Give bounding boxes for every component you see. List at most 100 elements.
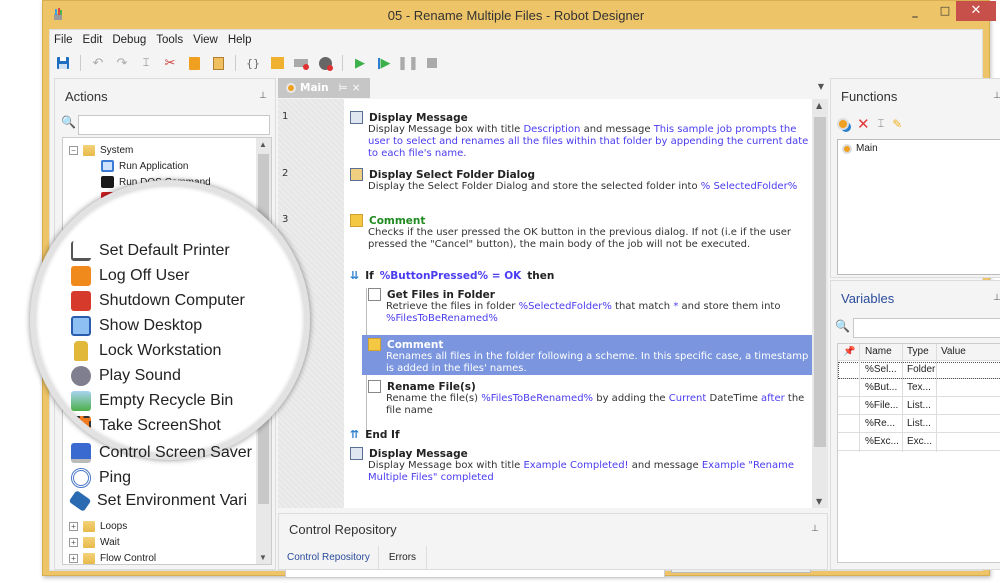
save-icon[interactable] <box>54 54 72 72</box>
tree-folder-loops[interactable]: + Loops <box>69 519 127 533</box>
copy-icon[interactable] <box>185 54 203 72</box>
var-type: Exc... <box>907 436 933 447</box>
action-comment-selected[interactable]: Comment Renames all files in the folder … <box>362 335 812 375</box>
printer-icon <box>71 241 91 261</box>
action-description: Renames all files in the folder followin… <box>386 351 809 374</box>
scroll-thumb[interactable] <box>814 117 826 447</box>
mag-item-play-sound[interactable]: Play Sound <box>71 365 181 387</box>
toolbar: ↶ ↷ ⌶ ✂ {} ▶ ▶ ❚❚ <box>54 52 441 74</box>
variables-title: Variables <box>841 291 895 306</box>
tab-errors[interactable]: Errors <box>379 546 428 569</box>
action-description: Display the Select Folder Dialog and sto… <box>350 181 810 193</box>
scroll-up-icon[interactable]: ▲ <box>816 101 822 110</box>
close-button[interactable]: ✕ <box>956 1 996 21</box>
expand-icon[interactable]: + <box>69 553 78 563</box>
column-type[interactable]: Type <box>904 346 929 357</box>
padlock-icon <box>74 341 88 361</box>
table-row[interactable]: %Re... List... <box>838 416 1000 433</box>
mag-item-log-off-user[interactable]: Log Off User <box>71 265 189 287</box>
menu-debug[interactable]: Debug <box>112 34 146 50</box>
redo-icon[interactable]: ↷ <box>113 54 131 72</box>
action-get-files[interactable]: Get Files in Folder Retrieve the files i… <box>368 288 808 325</box>
action-comment[interactable]: Comment Checks if the user pressed the O… <box>350 214 810 251</box>
note-icon[interactable] <box>268 54 286 72</box>
tab-close-icon[interactable]: × <box>352 82 361 94</box>
bottom-tabs: Control Repository Errors <box>278 546 828 570</box>
pin-icon[interactable]: ⊥ <box>993 293 1000 303</box>
mag-item-set-default-printer[interactable]: Set Default Printer <box>71 240 230 262</box>
comment-icon <box>350 214 363 227</box>
menu-edit[interactable]: Edit <box>83 34 103 50</box>
table-row[interactable]: %But... Tex... <box>838 380 1000 397</box>
var-type: List... <box>907 418 931 429</box>
desc-variable: after <box>761 393 785 404</box>
action-display-message[interactable]: Display Message Display Message box with… <box>350 111 810 160</box>
collapse-icon[interactable]: − <box>69 145 78 155</box>
expand-icon[interactable]: + <box>69 521 78 531</box>
expand-icon[interactable]: + <box>69 537 78 547</box>
delete-function-icon[interactable]: ✕ <box>857 117 870 132</box>
paste-icon[interactable] <box>209 54 227 72</box>
mag-item-empty-recycle-bin[interactable]: Empty Recycle Bin <box>71 390 233 412</box>
action-rename-files[interactable]: Rename File(s) Rename the file(s) %Files… <box>368 380 808 417</box>
tree-folder-flow-control[interactable]: + Flow Control <box>69 551 156 565</box>
toolbar-separator <box>342 55 343 71</box>
variables-search-input[interactable] <box>853 318 1000 338</box>
pin-icon[interactable]: ⊥ <box>259 91 267 101</box>
braces-icon[interactable]: {} <box>244 54 262 72</box>
scroll-up-icon[interactable]: ▲ <box>259 140 267 149</box>
pin-icon[interactable]: ⊥ <box>811 524 819 534</box>
rename-function-icon[interactable]: ⌶ <box>878 117 885 131</box>
tree-item-run-application[interactable]: Run Application <box>101 159 189 173</box>
scroll-down-icon[interactable]: ▼ <box>816 497 822 506</box>
function-gear-icon <box>842 143 852 154</box>
record-icon[interactable] <box>292 54 310 72</box>
undo-icon[interactable]: ↶ <box>89 54 107 72</box>
step-run-icon[interactable]: ▶ <box>375 54 393 72</box>
mag-item-take-screenshot[interactable]: Take ScreenShot <box>71 415 221 437</box>
table-row[interactable]: %Sel... Folder <box>838 362 1000 379</box>
column-name[interactable]: Name <box>862 346 892 357</box>
editor-scrollbar[interactable]: ▲ ▼ <box>812 99 828 508</box>
menu-view[interactable]: View <box>193 34 218 50</box>
rename-icon[interactable]: ⌶ <box>137 54 155 72</box>
action-select-folder-dialog[interactable]: Display Select Folder Dialog Display the… <box>350 168 810 193</box>
functions-panel: Functions ⊥ ✕ ⌶ ✎ Main <box>830 78 1000 278</box>
tab-main[interactable]: Main ⊨ × <box>278 78 370 98</box>
table-row[interactable]: %File... List... <box>838 398 1000 415</box>
desc-text: DateTime <box>706 393 762 404</box>
web-record-icon[interactable] <box>316 54 334 72</box>
stop-icon[interactable] <box>423 54 441 72</box>
mag-item-shutdown-computer[interactable]: Shutdown Computer <box>71 290 245 312</box>
table-row[interactable]: %Exc... Exc... <box>838 434 1000 451</box>
tab-pin-icon[interactable]: ⊨ <box>339 82 348 94</box>
pause-icon[interactable]: ❚❚ <box>397 54 419 72</box>
editor: Main ⊨ × ▼ 1 2 3 4 5 Display Message Dis… <box>278 78 828 508</box>
menu-help[interactable]: Help <box>228 34 252 50</box>
mag-item-lock-workstation[interactable]: Lock Workstation <box>71 340 221 362</box>
action-display-message[interactable]: Display Message Display Message box with… <box>350 447 810 484</box>
tree-folder-system[interactable]: − System <box>69 143 133 157</box>
tab-dropdown-icon[interactable]: ▼ <box>818 82 824 91</box>
tree-folder-wait[interactable]: + Wait <box>69 535 120 549</box>
actions-search-input[interactable] <box>78 115 270 135</box>
tab-control-repository[interactable]: Control Repository <box>279 546 379 569</box>
action-if[interactable]: ⇊ If %ButtonPressed% = OK then <box>350 270 810 283</box>
menu-file[interactable]: File <box>54 34 73 50</box>
cut-icon[interactable]: ✂ <box>161 54 179 72</box>
mag-item-show-desktop[interactable]: Show Desktop <box>71 315 202 337</box>
tree-label: Run Application <box>119 160 189 172</box>
scroll-down-icon[interactable]: ▼ <box>259 553 267 562</box>
add-function-icon[interactable] <box>837 118 849 130</box>
pin-icon[interactable]: ⊥ <box>993 91 1000 101</box>
desc-variable: %SelectedFolder% <box>518 301 612 312</box>
mag-item-set-environment-variable[interactable]: Set Environment Vari <box>68 490 247 512</box>
action-end-if[interactable]: ⇈ End If <box>350 429 810 442</box>
menu-tools[interactable]: Tools <box>156 34 183 50</box>
column-value[interactable]: Value <box>938 346 966 357</box>
minimize-button[interactable]: _ <box>900 5 930 25</box>
function-item-main[interactable]: Main <box>842 143 878 154</box>
run-icon[interactable]: ▶ <box>351 54 369 72</box>
edit-function-icon[interactable]: ✎ <box>892 117 902 131</box>
var-name: %Sel... <box>865 364 897 375</box>
